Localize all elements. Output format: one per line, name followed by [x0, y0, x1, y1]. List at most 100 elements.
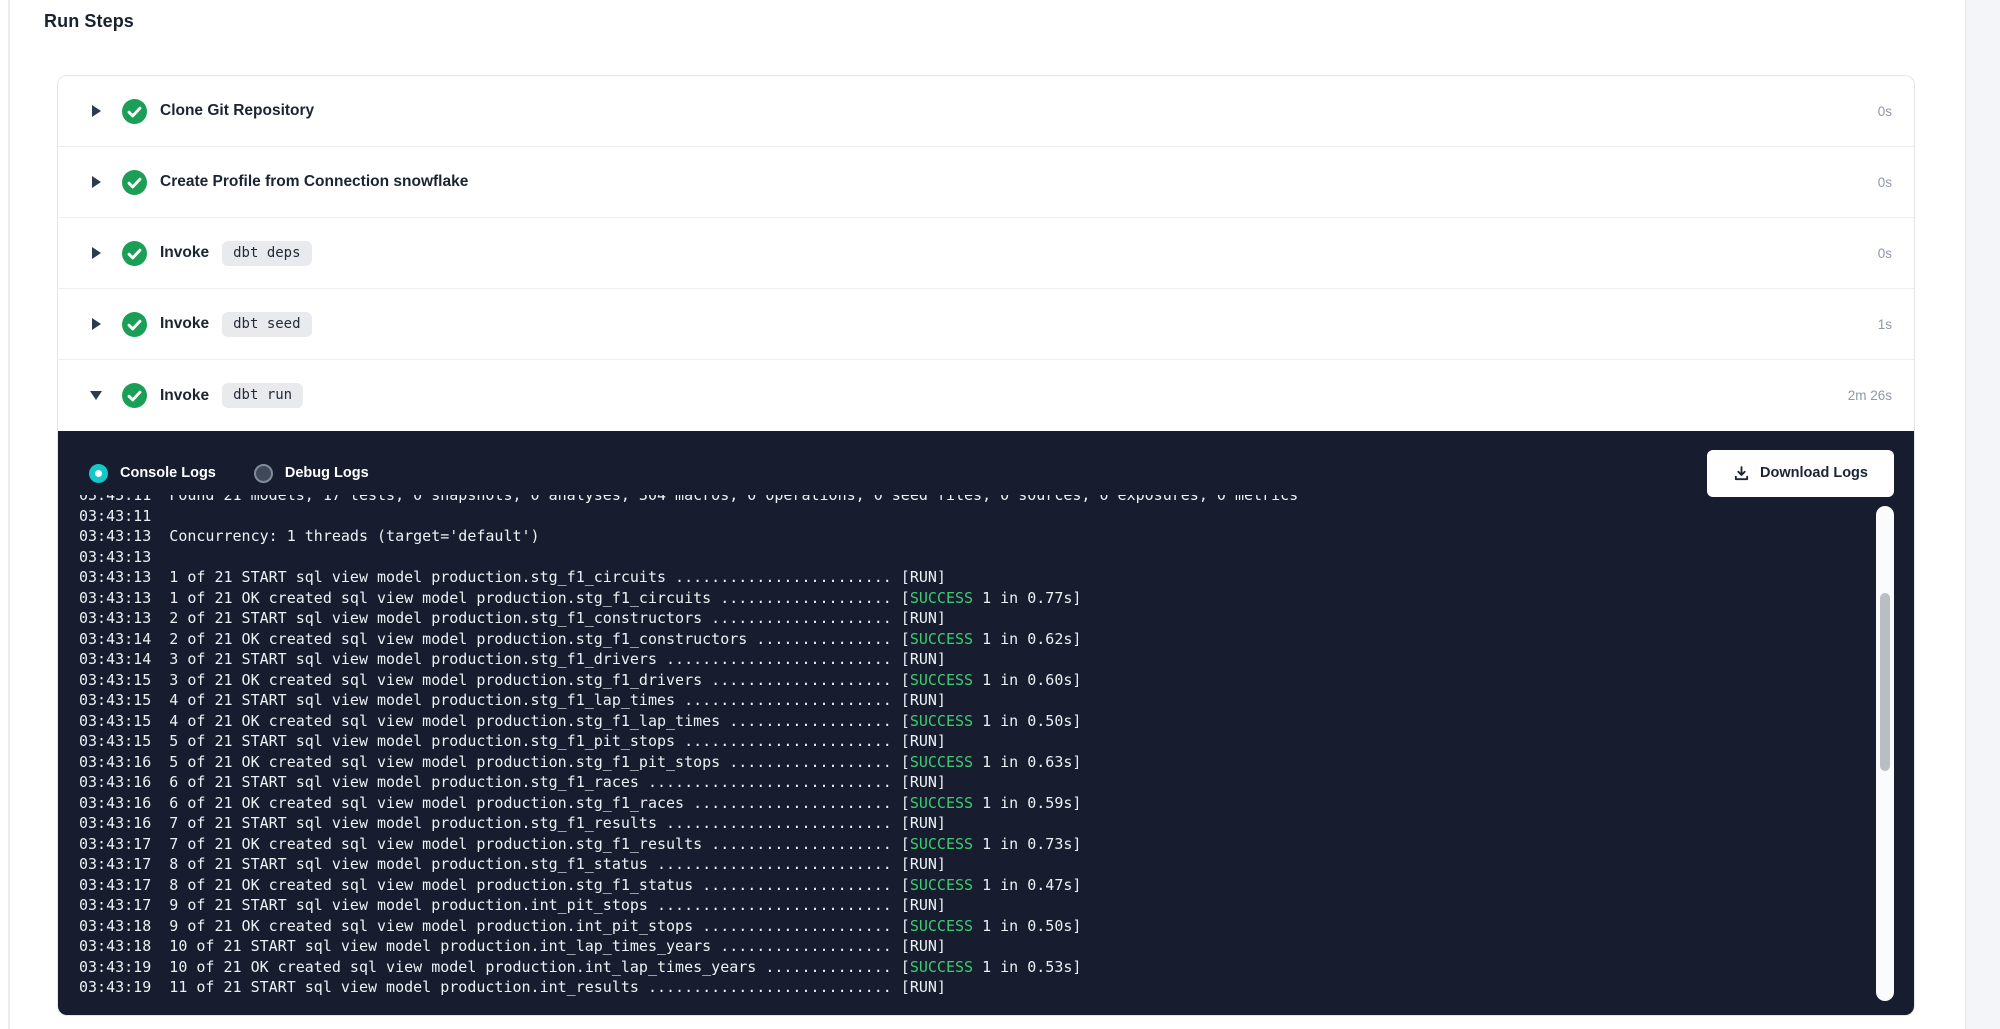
- step-duration: 0s: [1878, 104, 1892, 119]
- radio-console-logs[interactable]: Console Logs: [89, 464, 216, 483]
- log-line: 03:43:14 3 of 21 START sql view model pr…: [79, 649, 1764, 670]
- command-badge: dbt seed: [222, 312, 311, 337]
- log-line: 03:43:14 2 of 21 OK created sql view mod…: [79, 629, 1764, 650]
- log-line: 03:43:19 10 of 21 OK created sql view mo…: [79, 957, 1764, 978]
- step-row-invoke-dbt-run[interactable]: Invokedbt run2m 26s: [58, 360, 1914, 431]
- log-status-run: [RUN]: [892, 896, 946, 914]
- log-line: 03:43:17 8 of 21 START sql view model pr…: [79, 854, 1764, 875]
- log-status-success: SUCCESS: [910, 630, 973, 648]
- log-message: Concurrency: 1 threads (target='default'…: [151, 527, 539, 545]
- log-message: 2 of 21 START sql view model production.…: [151, 609, 892, 627]
- step-duration: 0s: [1878, 246, 1892, 261]
- log-message: 11 of 21 START sql view model production…: [151, 978, 892, 996]
- log-message: 9 of 21 START sql view model production.…: [151, 896, 892, 914]
- chevron-right-icon[interactable]: [89, 105, 103, 117]
- log-timestamp: 03:43:17: [79, 835, 151, 853]
- step-duration: 0s: [1878, 175, 1892, 190]
- log-line: 03:43:15 3 of 21 OK created sql view mod…: [79, 670, 1764, 691]
- log-timestamp: 03:43:11: [79, 507, 151, 525]
- log-status-run: [RUN]: [892, 978, 946, 996]
- log-timestamp: 03:43:15: [79, 691, 151, 709]
- step-list: Clone Git Repository0sCreate Profile fro…: [58, 76, 1914, 431]
- log-timestamp: 03:43:15: [79, 712, 151, 730]
- log-line: 03:43:13 2 of 21 START sql view model pr…: [79, 608, 1764, 629]
- run-steps-card: Clone Git Repository0sCreate Profile fro…: [57, 75, 1915, 1016]
- log-timestamp: 03:43:14: [79, 650, 151, 668]
- log-timestamp: 03:43:16: [79, 814, 151, 832]
- chevron-right-icon[interactable]: [89, 318, 103, 330]
- success-check-icon: [122, 170, 147, 195]
- log-timestamp: 03:43:17: [79, 855, 151, 873]
- log-timestamp: 03:43:13: [79, 548, 151, 566]
- step-title: Invoke: [160, 244, 209, 262]
- log-status-run: [RUN]: [892, 568, 946, 586]
- log-message: 1 of 21 START sql view model production.…: [151, 568, 892, 586]
- log-scrollbar-track[interactable]: [1876, 506, 1894, 1001]
- log-status-success: SUCCESS: [910, 958, 973, 976]
- log-line: 03:43:17 9 of 21 START sql view model pr…: [79, 895, 1764, 916]
- log-timestamp: 03:43:16: [79, 794, 151, 812]
- log-line: 03:43:18 9 of 21 OK created sql view mod…: [79, 916, 1764, 937]
- step-row-invoke-dbt-deps[interactable]: Invokedbt deps0s: [58, 218, 1914, 289]
- log-line: 03:43:13 1 of 21 START sql view model pr…: [79, 567, 1764, 588]
- step-duration: 1s: [1878, 317, 1892, 332]
- step-title: Invoke: [160, 315, 209, 333]
- success-check-icon: [122, 383, 147, 408]
- log-message: 9 of 21 OK created sql view model produc…: [151, 917, 892, 935]
- log-line: 03:43:13 1 of 21 OK created sql view mod…: [79, 588, 1764, 609]
- log-line: 03:43:15 4 of 21 OK created sql view mod…: [79, 711, 1764, 732]
- log-line: 03:43:17 7 of 21 OK created sql view mod…: [79, 834, 1764, 855]
- step-title: Invoke: [160, 387, 209, 405]
- console-panel: Console Logs Debug Logs Download Logs 03…: [58, 431, 1914, 1015]
- log-status-success: SUCCESS: [910, 753, 973, 771]
- log-timestamp: 03:43:18: [79, 917, 151, 935]
- log-line: 03:43:11: [79, 506, 1764, 527]
- radio-console-logs-label: Console Logs: [120, 465, 216, 481]
- log-message: 10 of 21 START sql view model production…: [151, 937, 892, 955]
- radio-unselected-icon: [254, 464, 273, 483]
- radio-debug-logs[interactable]: Debug Logs: [254, 464, 369, 483]
- log-message: 4 of 21 START sql view model production.…: [151, 691, 892, 709]
- log-timestamp: 03:43:17: [79, 896, 151, 914]
- step-row-invoke-dbt-seed[interactable]: Invoke dbt seed 1s: [58, 289, 1914, 360]
- chevron-right-icon[interactable]: [89, 247, 103, 259]
- download-logs-button[interactable]: Download Logs: [1707, 450, 1894, 497]
- step-row-clone-git-repository[interactable]: Clone Git Repository 0s: [58, 76, 1914, 147]
- log-timestamp: 03:43:16: [79, 773, 151, 791]
- log-timestamp: 03:43:19: [79, 978, 151, 996]
- log-message: 1 of 21 OK created sql view model produc…: [151, 589, 892, 607]
- log-status-run: [RUN]: [892, 937, 946, 955]
- log-line: 03:43:16 6 of 21 OK created sql view mod…: [79, 793, 1764, 814]
- log-status-run: [RUN]: [892, 855, 946, 873]
- page-title: Run Steps: [44, 11, 134, 32]
- log-message: [151, 548, 169, 566]
- log-line: 03:43:11 Found 21 models, 17 tests, 0 sn…: [79, 495, 1764, 506]
- log-message: 8 of 21 OK created sql view model produc…: [151, 876, 892, 894]
- log-line: 03:43:13 Concurrency: 1 threads (target=…: [79, 526, 1764, 547]
- log-scrollbar-thumb[interactable]: [1880, 593, 1890, 771]
- step-title: Clone Git Repository: [160, 102, 314, 120]
- chevron-down-icon[interactable]: [89, 391, 103, 400]
- log-timestamp: 03:43:13: [79, 609, 151, 627]
- log-status-success: SUCCESS: [910, 589, 973, 607]
- log-status-run: [RUN]: [892, 773, 946, 791]
- console-header: Console Logs Debug Logs Download Logs: [58, 431, 1914, 503]
- log-lines: 03:43:11 Found 21 models, 17 tests, 0 sn…: [79, 495, 1764, 998]
- log-message: 3 of 21 START sql view model production.…: [151, 650, 892, 668]
- log-status-success: SUCCESS: [910, 671, 973, 689]
- log-line: 03:43:15 4 of 21 START sql view model pr…: [79, 690, 1764, 711]
- chevron-right-icon[interactable]: [89, 176, 103, 188]
- log-message: 7 of 21 START sql view model production.…: [151, 814, 892, 832]
- success-check-icon: [122, 241, 147, 266]
- log-message: 10 of 21 OK created sql view model produ…: [151, 958, 892, 976]
- step-title: Create Profile from Connection snowflake: [160, 173, 468, 191]
- log-message: [151, 507, 169, 525]
- log-line: 03:43:15 5 of 21 START sql view model pr…: [79, 731, 1764, 752]
- download-icon: [1733, 465, 1750, 482]
- log-line: 03:43:16 5 of 21 OK created sql view mod…: [79, 752, 1764, 773]
- left-divider: [8, 0, 10, 1029]
- step-row-create-profile-from-connection-snowflake[interactable]: Create Profile from Connection snowflake…: [58, 147, 1914, 218]
- step-duration: 2m 26s: [1848, 388, 1892, 403]
- log-message: 2 of 21 OK created sql view model produc…: [151, 630, 892, 648]
- log-status-success: SUCCESS: [910, 712, 973, 730]
